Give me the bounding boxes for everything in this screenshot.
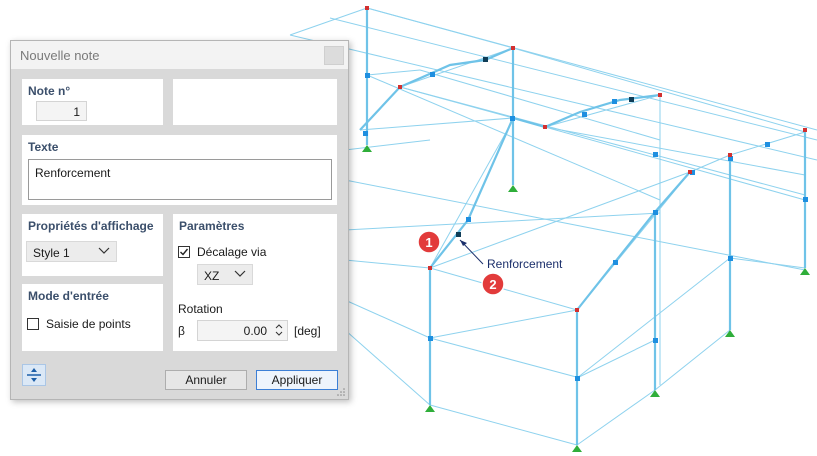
pick-position-icon [27,368,41,382]
red-nodes [365,6,807,312]
display-properties-label: Propriétés d'affichage [28,219,154,233]
new-note-dialog: Nouvelle note Note n° 1 Texte Renforceme… [10,40,349,400]
input-mode-panel: Mode d'entrée Saisie de points [22,284,163,351]
offset-label: Décalage via [197,245,267,259]
note-leader [459,239,484,265]
text-label: Texte [28,140,59,154]
rotation-label: Rotation [178,302,223,316]
text-panel: Texte Renforcement [22,135,337,205]
resize-grip-icon[interactable] [337,388,345,396]
empty-panel [173,79,337,125]
style-select[interactable]: Style 1 [26,241,117,262]
rotation-unit: [deg] [294,324,321,338]
style-select-value: Style 1 [33,246,70,260]
note-number-input[interactable]: 1 [36,101,87,121]
pick-tool-button[interactable] [22,364,46,386]
offset-checkbox[interactable] [178,246,190,258]
apply-button[interactable]: Appliquer [256,370,338,390]
plane-select-value: XZ [204,269,220,283]
svg-text:1: 1 [425,235,432,250]
note-number-panel: Note n° 1 [22,79,163,125]
display-properties-panel: Propriétés d'affichage Style 1 [22,214,163,276]
parameters-panel: Paramètres Décalage via XZ Rotation β 0.… [173,214,337,351]
dialog-title: Nouvelle note [20,48,100,63]
point-entry-label: Saisie de points [46,317,131,331]
beta-symbol: β [178,324,185,338]
plane-select[interactable]: XZ [197,264,253,285]
checkmark-icon [180,248,189,256]
cancel-button[interactable]: Annuler [165,370,247,390]
badge-2: 2 [481,272,505,296]
note-label: Renforcement [487,257,563,271]
spinner-arrows-icon[interactable] [274,322,284,338]
chevron-down-icon [98,247,110,254]
dialog-titlebar[interactable]: Nouvelle note [11,41,348,69]
svg-text:2: 2 [489,277,496,292]
dark-nodes [456,57,634,237]
note-number-label: Note n° [28,84,71,98]
close-button[interactable] [324,46,344,65]
point-entry-checkbox[interactable] [27,318,39,330]
chevron-down-icon [234,270,246,277]
parameters-label: Paramètres [179,219,245,233]
badge-1: 1 [417,230,441,254]
input-mode-label: Mode d'entrée [28,289,109,303]
note-text-field[interactable]: Renforcement [28,159,332,200]
